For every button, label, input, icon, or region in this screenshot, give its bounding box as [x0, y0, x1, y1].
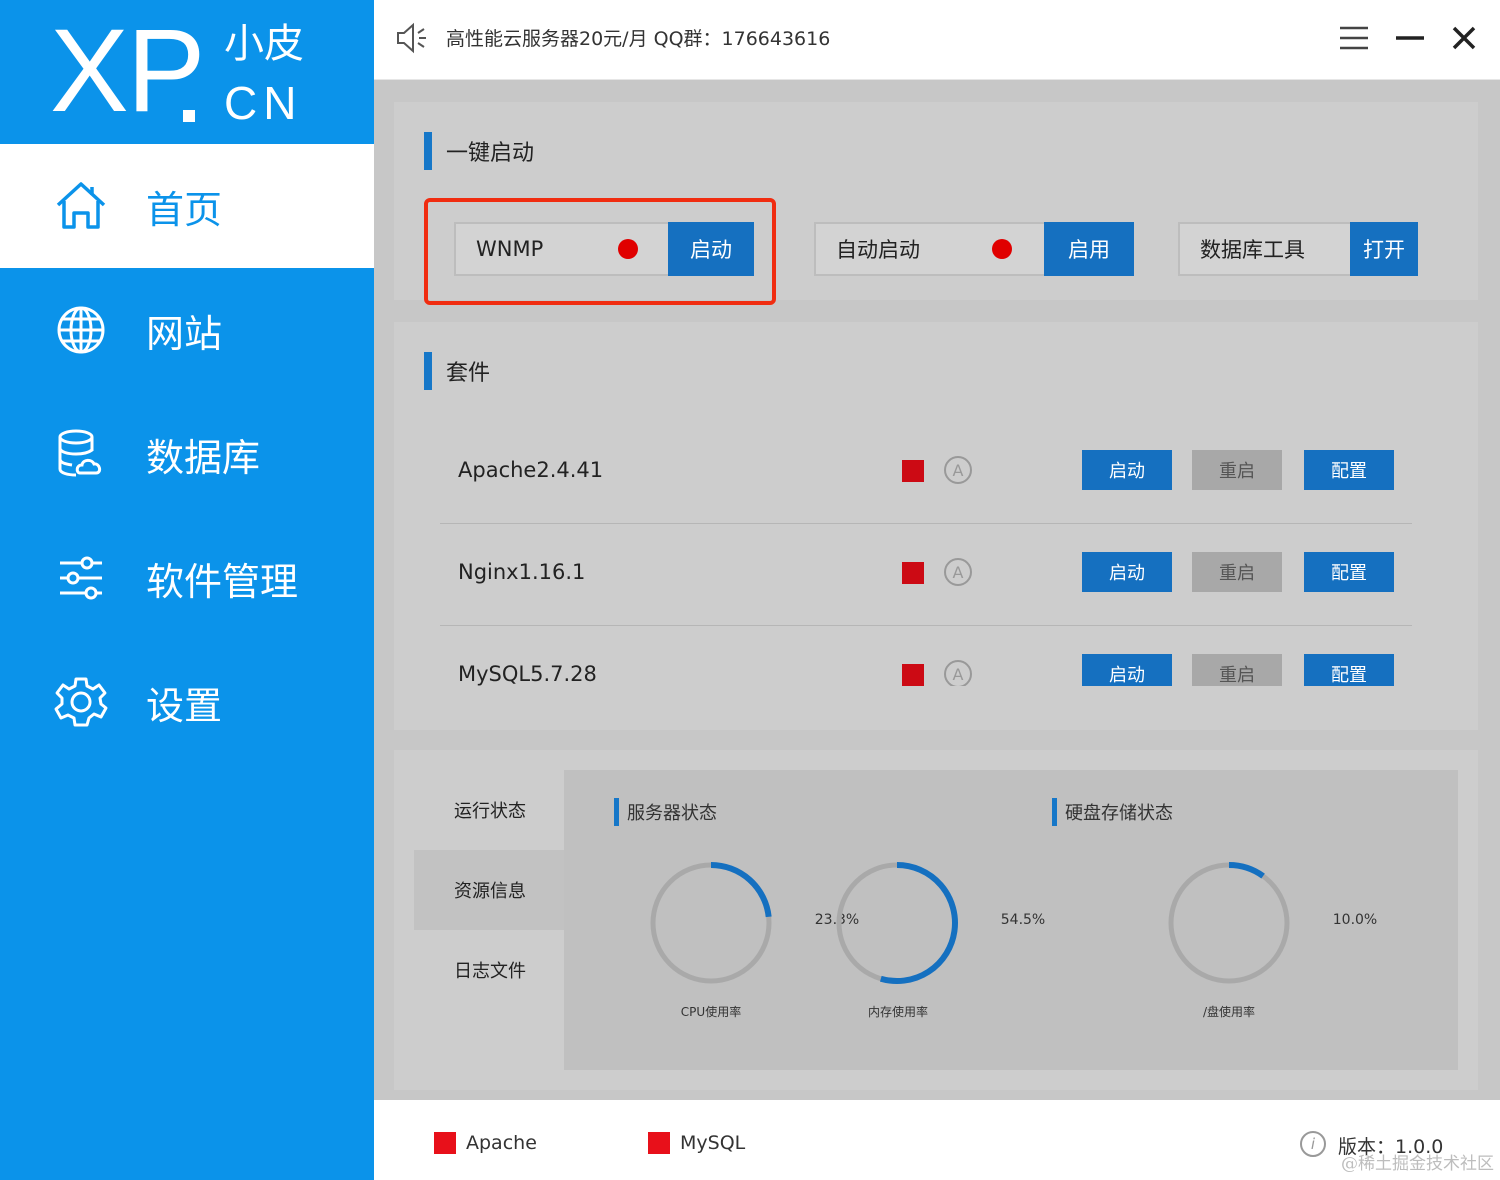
speaker-icon[interactable]: [394, 20, 430, 56]
quick-start-title-text: 一键启动: [446, 141, 535, 166]
sidebar-item-database[interactable]: 数据库: [0, 392, 374, 516]
start-button[interactable]: 启动: [1082, 654, 1172, 686]
title-accent-bar: [424, 352, 432, 390]
sidebar-item-software[interactable]: 软件管理: [0, 516, 374, 640]
logo-chinese: 小皮: [224, 21, 304, 67]
menu-icon[interactable]: [1336, 20, 1372, 56]
restart-button[interactable]: 重启: [1192, 552, 1282, 592]
server-status-title: 服务器状态: [614, 798, 717, 826]
disk-gauge: 10.0%: [1166, 860, 1377, 986]
mysql-status-indicator: [648, 1132, 670, 1154]
sidebar-item-label: 网站: [146, 311, 223, 356]
memory-gauge: 54.5%: [834, 860, 1045, 986]
gear-icon: [54, 675, 108, 729]
title-accent-bar: [424, 132, 432, 170]
status-indicator: [902, 664, 924, 686]
suite-row-nginx: Nginx1.16.1 A 启动 重启 配置: [440, 524, 1412, 626]
status-tabs: 运行状态 资源信息 日志文件: [414, 770, 564, 1070]
auto-start-icon[interactable]: A: [944, 558, 972, 586]
close-icon[interactable]: [1446, 20, 1482, 56]
disk-usage-value: 10.0%: [1332, 912, 1378, 928]
config-button[interactable]: 配置: [1304, 450, 1394, 490]
suite-name: MySQL5.7.28: [458, 662, 597, 686]
memory-usage-label: 内存使用率: [867, 1005, 928, 1019]
status-indicator: [902, 562, 924, 584]
apache-status-indicator: [434, 1132, 456, 1154]
announcement-text[interactable]: 高性能云服务器20元/月 QQ群：176643616: [446, 24, 830, 51]
database-icon: [54, 427, 108, 481]
logo-dot: [183, 110, 195, 122]
highlight-box: [424, 198, 776, 305]
disk-status-title-text: 硬盘存储状态: [1065, 803, 1173, 824]
config-button[interactable]: 配置: [1304, 552, 1394, 592]
suite-name: Apache2.4.41: [458, 458, 604, 482]
cpu-usage-label: CPU使用率: [680, 1005, 742, 1019]
apache-status-label: Apache: [466, 1132, 537, 1154]
autostart-status-dot: [992, 239, 1012, 259]
home-icon: [54, 179, 108, 233]
tab-log-files[interactable]: 日志文件: [414, 930, 564, 1010]
sidebar-item-settings[interactable]: 设置: [0, 640, 374, 764]
mysql-status-label: MySQL: [680, 1132, 746, 1154]
sidebar-item-website[interactable]: 网站: [0, 268, 374, 392]
sliders-icon: [54, 551, 108, 605]
config-button[interactable]: 配置: [1304, 654, 1394, 686]
sidebar-item-label: 数据库: [146, 435, 261, 480]
minimize-icon[interactable]: [1392, 20, 1428, 56]
cpu-gauge: 23.3%: [648, 860, 859, 986]
autostart-control: 自动启动 启用: [814, 222, 1134, 276]
logo-domain: CN: [224, 77, 303, 129]
autostart-enable-button[interactable]: 启用: [1044, 222, 1134, 276]
sidebar-item-home[interactable]: 首页: [0, 144, 374, 268]
app-logo: XP 小皮 CN: [0, 0, 374, 144]
disk-usage-label: /盘使用率: [1202, 1005, 1256, 1019]
restart-button[interactable]: 重启: [1192, 654, 1282, 686]
tab-resource-info[interactable]: 资源信息: [414, 850, 564, 930]
status-indicator: [902, 460, 924, 482]
autostart-label: 自动启动: [836, 238, 920, 262]
quick-start-title: 一键启动: [424, 132, 534, 170]
globe-icon: [54, 303, 108, 357]
dbtool-open-button[interactable]: 打开: [1350, 222, 1418, 276]
disk-status-title: 硬盘存储状态: [1052, 798, 1173, 826]
info-icon[interactable]: i: [1300, 1131, 1326, 1157]
sidebar-nav: 首页 网站 数据库 软件管理 设置: [0, 144, 374, 764]
suite-name: Nginx1.16.1: [458, 560, 586, 584]
status-bar: Apache MySQL i 版本：1.0.0 @稀土掘金技术社区: [374, 1100, 1500, 1180]
title-accent-bar: [1052, 798, 1057, 826]
dbtool-control: 数据库工具 打开: [1178, 222, 1418, 276]
suite-title-text: 套件: [446, 361, 491, 386]
sidebar-item-label: 首页: [146, 187, 223, 232]
start-button[interactable]: 启动: [1082, 450, 1172, 490]
auto-start-icon[interactable]: A: [944, 660, 972, 686]
dbtool-label-box: 数据库工具: [1178, 222, 1350, 276]
suite-row-mysql: MySQL5.7.28 A 启动 重启 配置: [440, 626, 1412, 686]
title-bar: 高性能云服务器20元/月 QQ群：176643616: [374, 0, 1500, 80]
watermark: @稀土掘金技术社区: [1341, 1154, 1494, 1174]
sidebar-item-label: 软件管理: [146, 559, 299, 604]
tab-run-status[interactable]: 运行状态: [414, 770, 564, 850]
suite-title: 套件: [424, 352, 490, 390]
auto-start-icon[interactable]: A: [944, 456, 972, 484]
sidebar-item-label: 设置: [146, 683, 223, 728]
autostart-label-box: 自动启动: [814, 222, 1044, 276]
suite-row-apache: Apache2.4.41 A 启动 重启 配置: [440, 422, 1412, 524]
sidebar: XP 小皮 CN 首页 网站 数据库 软件管理 设置: [0, 0, 374, 1180]
dbtool-label: 数据库工具: [1200, 238, 1305, 262]
memory-usage-value: 54.5%: [1000, 912, 1046, 928]
title-accent-bar: [614, 798, 619, 826]
logo-brand: XP: [50, 5, 205, 137]
start-button[interactable]: 启动: [1082, 552, 1172, 592]
restart-button[interactable]: 重启: [1192, 450, 1282, 490]
server-status-title-text: 服务器状态: [627, 803, 717, 824]
